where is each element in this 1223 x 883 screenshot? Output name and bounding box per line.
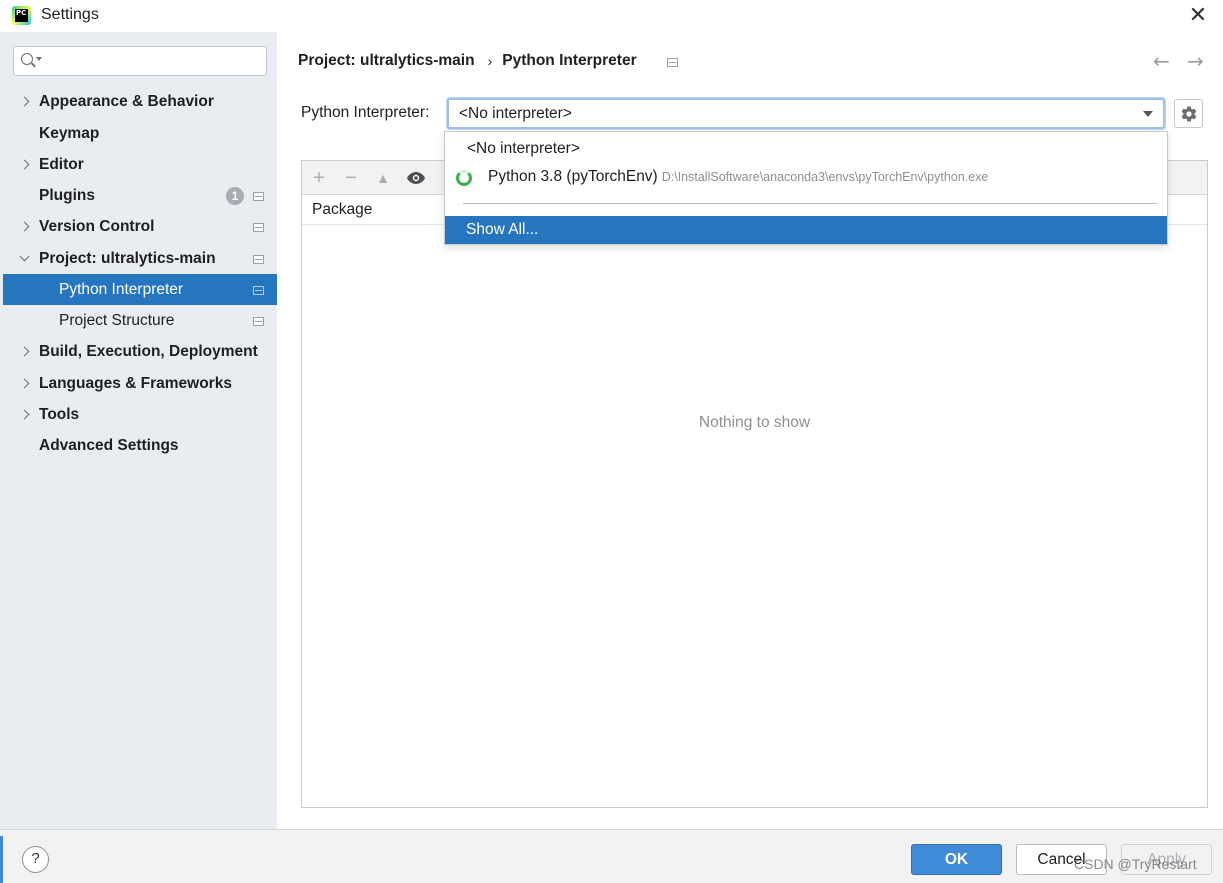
sidebar-item-languages-frameworks[interactable]: Languages & Frameworks	[3, 368, 277, 399]
background-window-edge	[0, 836, 3, 883]
close-icon[interactable]: ✕	[1187, 4, 1209, 26]
conda-env-icon	[456, 170, 472, 186]
gear-icon	[1181, 106, 1196, 122]
project-settings-icon	[253, 223, 264, 232]
plugins-update-badge: 1	[226, 187, 244, 205]
chevron-right-icon[interactable]	[19, 221, 30, 232]
forward-arrow-icon[interactable]: →	[1187, 49, 1204, 73]
sidebar-item-python-interpreter[interactable]: Python Interpreter	[3, 274, 277, 305]
interpreter-settings-button[interactable]	[1174, 99, 1203, 128]
remove-package-icon[interactable]: −	[339, 166, 363, 190]
sidebar-item-advanced-settings[interactable]: Advanced Settings	[3, 430, 277, 461]
packages-panel: + − ▲ Package Nothing to show	[301, 160, 1208, 808]
eye-icon-glyph	[407, 172, 425, 184]
breadcrumb-separator: ›	[487, 53, 493, 69]
sidebar-item-version-control[interactable]: Version Control	[3, 211, 277, 242]
pycharm-logo-icon: PC	[12, 6, 31, 25]
column-header-package[interactable]: Package	[312, 201, 372, 219]
interpreter-path: D:\InstallSoftware\anaconda3\envs\pyTorc…	[661, 170, 989, 184]
ok-button[interactable]: OK	[911, 844, 1002, 875]
dropdown-arrow-icon[interactable]	[1143, 111, 1153, 117]
breadcrumb-current: Python Interpreter	[502, 52, 637, 69]
empty-state-text: Nothing to show	[698, 414, 811, 431]
upgrade-package-icon[interactable]: ▲	[371, 166, 395, 190]
search-history-dropdown-icon[interactable]	[36, 57, 42, 61]
add-package-icon[interactable]: +	[307, 166, 331, 190]
python-interpreter-value: <No interpreter>	[459, 105, 572, 122]
dropdown-divider	[463, 203, 1157, 204]
chevron-down-icon[interactable]	[19, 251, 30, 262]
sidebar-item-tools[interactable]: Tools	[3, 399, 277, 430]
project-settings-icon	[253, 317, 264, 326]
chevron-right-icon[interactable]	[19, 96, 30, 107]
sidebar-item-plugins[interactable]: Plugins 1	[3, 180, 277, 211]
sidebar-item-project-structure[interactable]: Project Structure	[3, 305, 277, 336]
back-arrow-icon[interactable]: ←	[1153, 49, 1170, 73]
project-settings-icon	[253, 192, 264, 201]
sidebar-item-keymap[interactable]: Keymap	[3, 118, 277, 149]
watermark-text: CSDN @TryRestart	[1074, 856, 1197, 872]
sidebar-item-project[interactable]: Project: ultralytics-main	[3, 243, 277, 274]
option-python-38-pytorchenv[interactable]: Python 3.8 (pyTorchEnv) D:\InstallSoftwar…	[445, 163, 1167, 191]
breadcrumb-parent[interactable]: Project: ultralytics-main	[298, 52, 475, 70]
project-settings-icon	[253, 255, 264, 264]
sidebar-item-appearance-behavior[interactable]: Appearance & Behavior	[3, 86, 277, 117]
search-input[interactable]	[46, 50, 261, 72]
project-settings-icon	[667, 58, 678, 67]
chevron-right-icon[interactable]	[19, 409, 30, 420]
settings-sidebar: Appearance & Behavior Keymap Editor Plug…	[3, 32, 277, 829]
title-bar: PC Settings ✕	[0, 0, 1223, 32]
project-settings-icon	[253, 286, 264, 295]
sidebar-item-build-execution-deployment[interactable]: Build, Execution, Deployment	[3, 336, 277, 367]
python-interpreter-label: Python Interpreter:	[301, 104, 430, 121]
sidebar-item-editor[interactable]: Editor	[3, 149, 277, 180]
settings-search-box[interactable]	[13, 46, 267, 76]
option-label: Python 3.8 (pyTorchEnv)	[488, 168, 658, 185]
option-show-all[interactable]: Show All...	[445, 216, 1167, 244]
chevron-right-icon[interactable]	[19, 346, 30, 357]
interpreter-dropdown-list: <No interpreter> Python 3.8 (pyTorchEnv)…	[444, 131, 1168, 245]
search-icon[interactable]	[21, 53, 33, 65]
eye-icon[interactable]	[404, 166, 428, 190]
chevron-right-icon[interactable]	[19, 378, 30, 389]
help-button[interactable]: ?	[22, 846, 49, 873]
option-no-interpreter[interactable]: <No interpreter>	[445, 135, 1167, 163]
dialog-footer: ? OK Cancel Apply	[0, 829, 1223, 883]
window-title: Settings	[41, 6, 99, 23]
chevron-right-icon[interactable]	[19, 159, 30, 170]
breadcrumb: Project: ultralytics-main › Python Inter…	[298, 52, 637, 70]
python-interpreter-combobox[interactable]: <No interpreter>	[447, 98, 1165, 129]
